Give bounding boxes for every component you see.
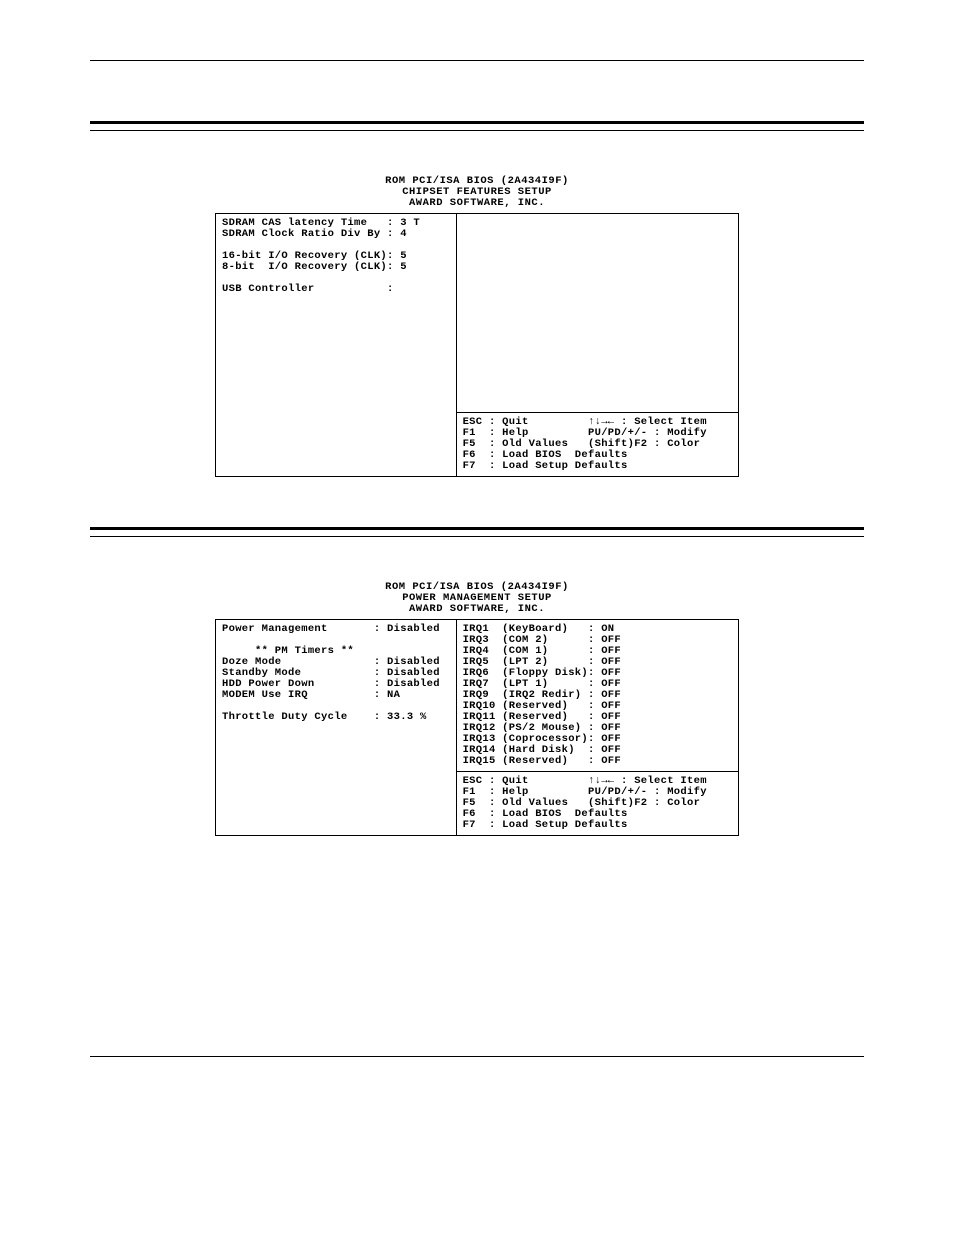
chipset-help-panel: ESC : Quit ↑↓→← : Select Item F1 : Help …: [463, 417, 732, 472]
chipset-left-panel: SDRAM CAS latency Time : 3 T SDRAM Clock…: [222, 218, 450, 295]
chipset-features-setup-screen: ROM PCI/ISA BIOS (2A434I9F) CHIPSET FEAT…: [215, 176, 739, 477]
power-help-panel: ESC : Quit ↑↓→← : Select Item F1 : Help …: [463, 776, 732, 831]
section2-rule-top2: [90, 536, 864, 537]
bios-title-power: ROM PCI/ISA BIOS (2A434I9F) POWER MANAGE…: [215, 582, 739, 615]
power-left-panel: Power Management : Disabled ** PM Timers…: [222, 624, 450, 723]
power-irq-panel: IRQ1 (KeyBoard) : ON IRQ3 (COM 2) : OFF …: [463, 624, 732, 767]
page-bottom-rule: [90, 1056, 864, 1057]
power-management-setup-screen: ROM PCI/ISA BIOS (2A434I9F) POWER MANAGE…: [215, 582, 739, 836]
section1-rule-top2: [90, 130, 864, 131]
bios-title-chipset: ROM PCI/ISA BIOS (2A434I9F) CHIPSET FEAT…: [215, 176, 739, 209]
